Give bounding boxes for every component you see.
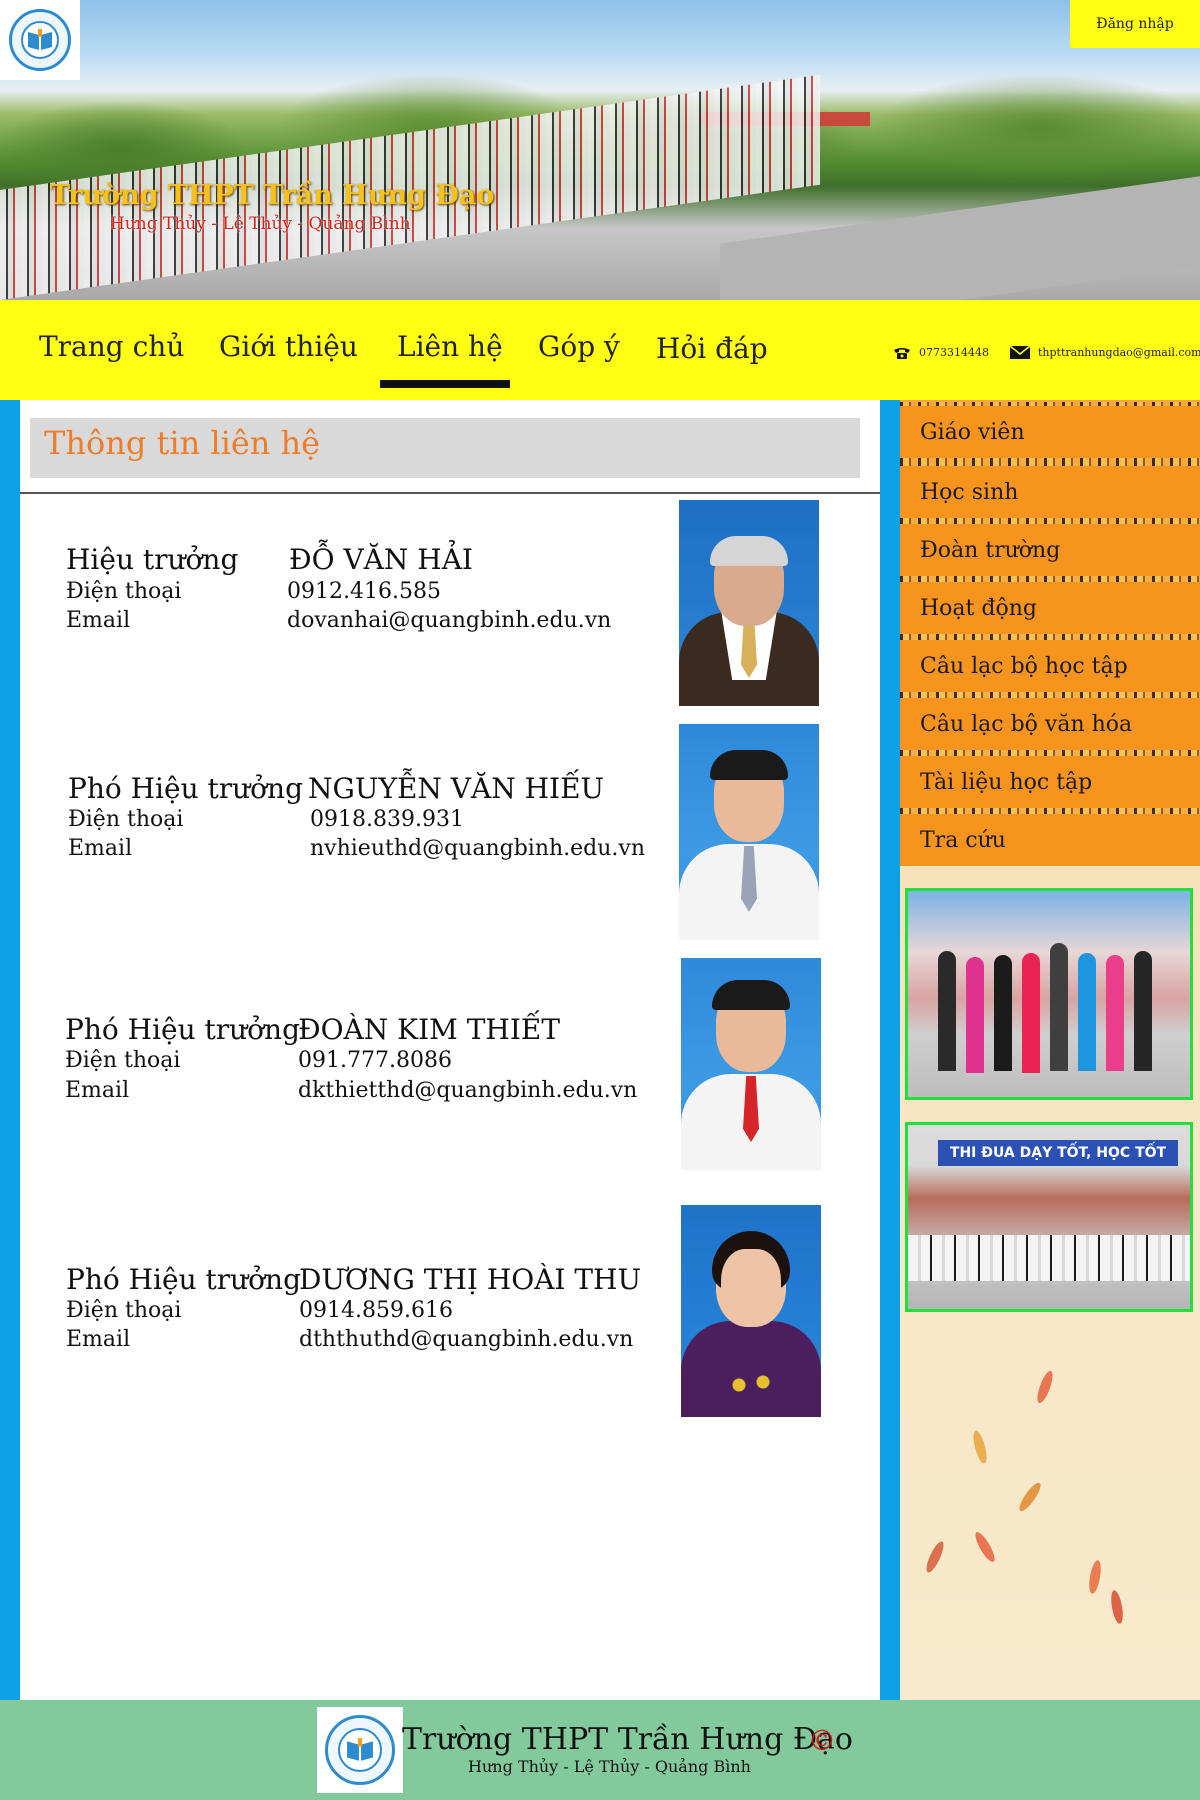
contact-email-label: Email xyxy=(66,1327,131,1352)
header-phone[interactable]: 0773314448 xyxy=(893,346,989,359)
nav-contact[interactable]: Liên hệ xyxy=(397,330,503,363)
footer-logo[interactable] xyxy=(317,1707,403,1793)
right-accent-bar xyxy=(880,400,900,1700)
banner-location: Hưng Thủy - Lệ Thủy - Quảng Bình xyxy=(110,214,411,234)
contact-email[interactable]: dththuthd@quangbinh.edu.vn xyxy=(299,1327,633,1352)
left-accent-bar xyxy=(0,400,20,1700)
sidebar-item-study-materials[interactable]: Tài liệu học tập xyxy=(900,756,1200,808)
contact-phone-label: Điện thoại xyxy=(66,579,182,604)
footer-location: Hưng Thủy - Lệ Thủy - Quảng Bình xyxy=(468,1757,751,1776)
header-email[interactable]: thpttranhungdao@gmail.com xyxy=(1010,346,1200,359)
sidebar-item-youth-union[interactable]: Đoàn trường xyxy=(900,524,1200,576)
contact-phone[interactable]: 0914.859.616 xyxy=(299,1298,453,1323)
header-email-text: thpttranhungdao@gmail.com xyxy=(1038,346,1200,359)
section-divider xyxy=(20,492,880,494)
nav-home[interactable]: Trang chủ xyxy=(39,330,184,363)
book-icon xyxy=(347,1738,373,1761)
sidebar-photo-school[interactable]: THI ĐUA DẠY TỐT, HỌC TỐT xyxy=(905,1122,1193,1312)
school-logo-icon xyxy=(325,1715,395,1785)
contact-email-label: Email xyxy=(68,836,133,861)
sidebar-item-culture-clubs[interactable]: Câu lạc bộ văn hóa xyxy=(900,698,1200,750)
contact-email[interactable]: nvhieuthd@quangbinh.edu.vn xyxy=(310,836,645,861)
contact-name: ĐOÀN KIM THIẾT xyxy=(298,1013,560,1046)
sidebar-item-teachers[interactable]: Giáo viên xyxy=(900,406,1200,458)
nav-feedback[interactable]: Góp ý xyxy=(538,330,620,363)
header-banner xyxy=(0,0,1200,300)
sidebar-item-students[interactable]: Học sinh xyxy=(900,466,1200,518)
contact-role: Phó Hiệu trưởng xyxy=(66,1263,301,1296)
contact-name: DƯƠNG THỊ HOÀI THU xyxy=(299,1263,642,1296)
contact-photo xyxy=(681,958,821,1170)
contact-role: Phó Hiệu trưởng xyxy=(65,1013,300,1046)
contact-email-label: Email xyxy=(65,1078,130,1103)
section-title: Thông tin liên hệ xyxy=(44,424,321,462)
phone-icon xyxy=(894,347,910,359)
school-logo-icon xyxy=(9,9,71,71)
contact-phone[interactable]: 0912.416.585 xyxy=(287,579,441,604)
nav-qa[interactable]: Hỏi đáp xyxy=(656,332,768,365)
contact-phone[interactable]: 0918.839.931 xyxy=(310,807,464,832)
contact-phone[interactable]: 091.777.8086 xyxy=(298,1048,452,1073)
contact-name: NGUYỄN VĂN HIẾU xyxy=(308,772,605,805)
contact-phone-label: Điện thoại xyxy=(65,1048,181,1073)
contact-role: Hiệu trưởng xyxy=(66,543,239,576)
contact-name: ĐỖ VĂN HẢI xyxy=(289,543,473,576)
sidebar-item-lookup[interactable]: Tra cứu xyxy=(900,814,1200,866)
footer-school-name: Trường THPT Trần Hưng Đạo xyxy=(402,1722,853,1757)
nav-about[interactable]: Giới thiệu xyxy=(219,330,358,363)
mail-icon xyxy=(1010,346,1030,359)
book-icon xyxy=(28,29,52,50)
contact-role: Phó Hiệu trưởng xyxy=(68,772,303,805)
copyright-icon: © xyxy=(808,1724,836,1757)
contact-photo xyxy=(679,500,819,706)
school-logo[interactable] xyxy=(0,0,80,80)
sidebar-item-activities[interactable]: Hoạt động xyxy=(900,582,1200,634)
photo-banner-text: THI ĐUA DẠY TỐT, HỌC TỐT xyxy=(938,1140,1178,1166)
header-phone-text: 0773314448 xyxy=(919,346,989,359)
contact-photo xyxy=(681,1205,821,1417)
contact-email[interactable]: dkthietthd@quangbinh.edu.vn xyxy=(298,1078,637,1103)
banner-school-name: Trường THPT Trần Hưng Đạo xyxy=(50,180,495,211)
contact-phone-label: Điện thoại xyxy=(66,1298,182,1323)
sidebar-item-study-clubs[interactable]: Câu lạc bộ học tập xyxy=(900,640,1200,692)
contact-phone-label: Điện thoại xyxy=(68,807,184,832)
sidebar-photo-staff[interactable] xyxy=(905,888,1193,1100)
contact-photo xyxy=(679,724,819,940)
nav-active-indicator xyxy=(380,380,510,388)
contact-email-label: Email xyxy=(66,608,131,633)
contact-email[interactable]: dovanhai@quangbinh.edu.vn xyxy=(287,608,611,633)
login-button[interactable]: Đăng nhập xyxy=(1070,0,1200,48)
